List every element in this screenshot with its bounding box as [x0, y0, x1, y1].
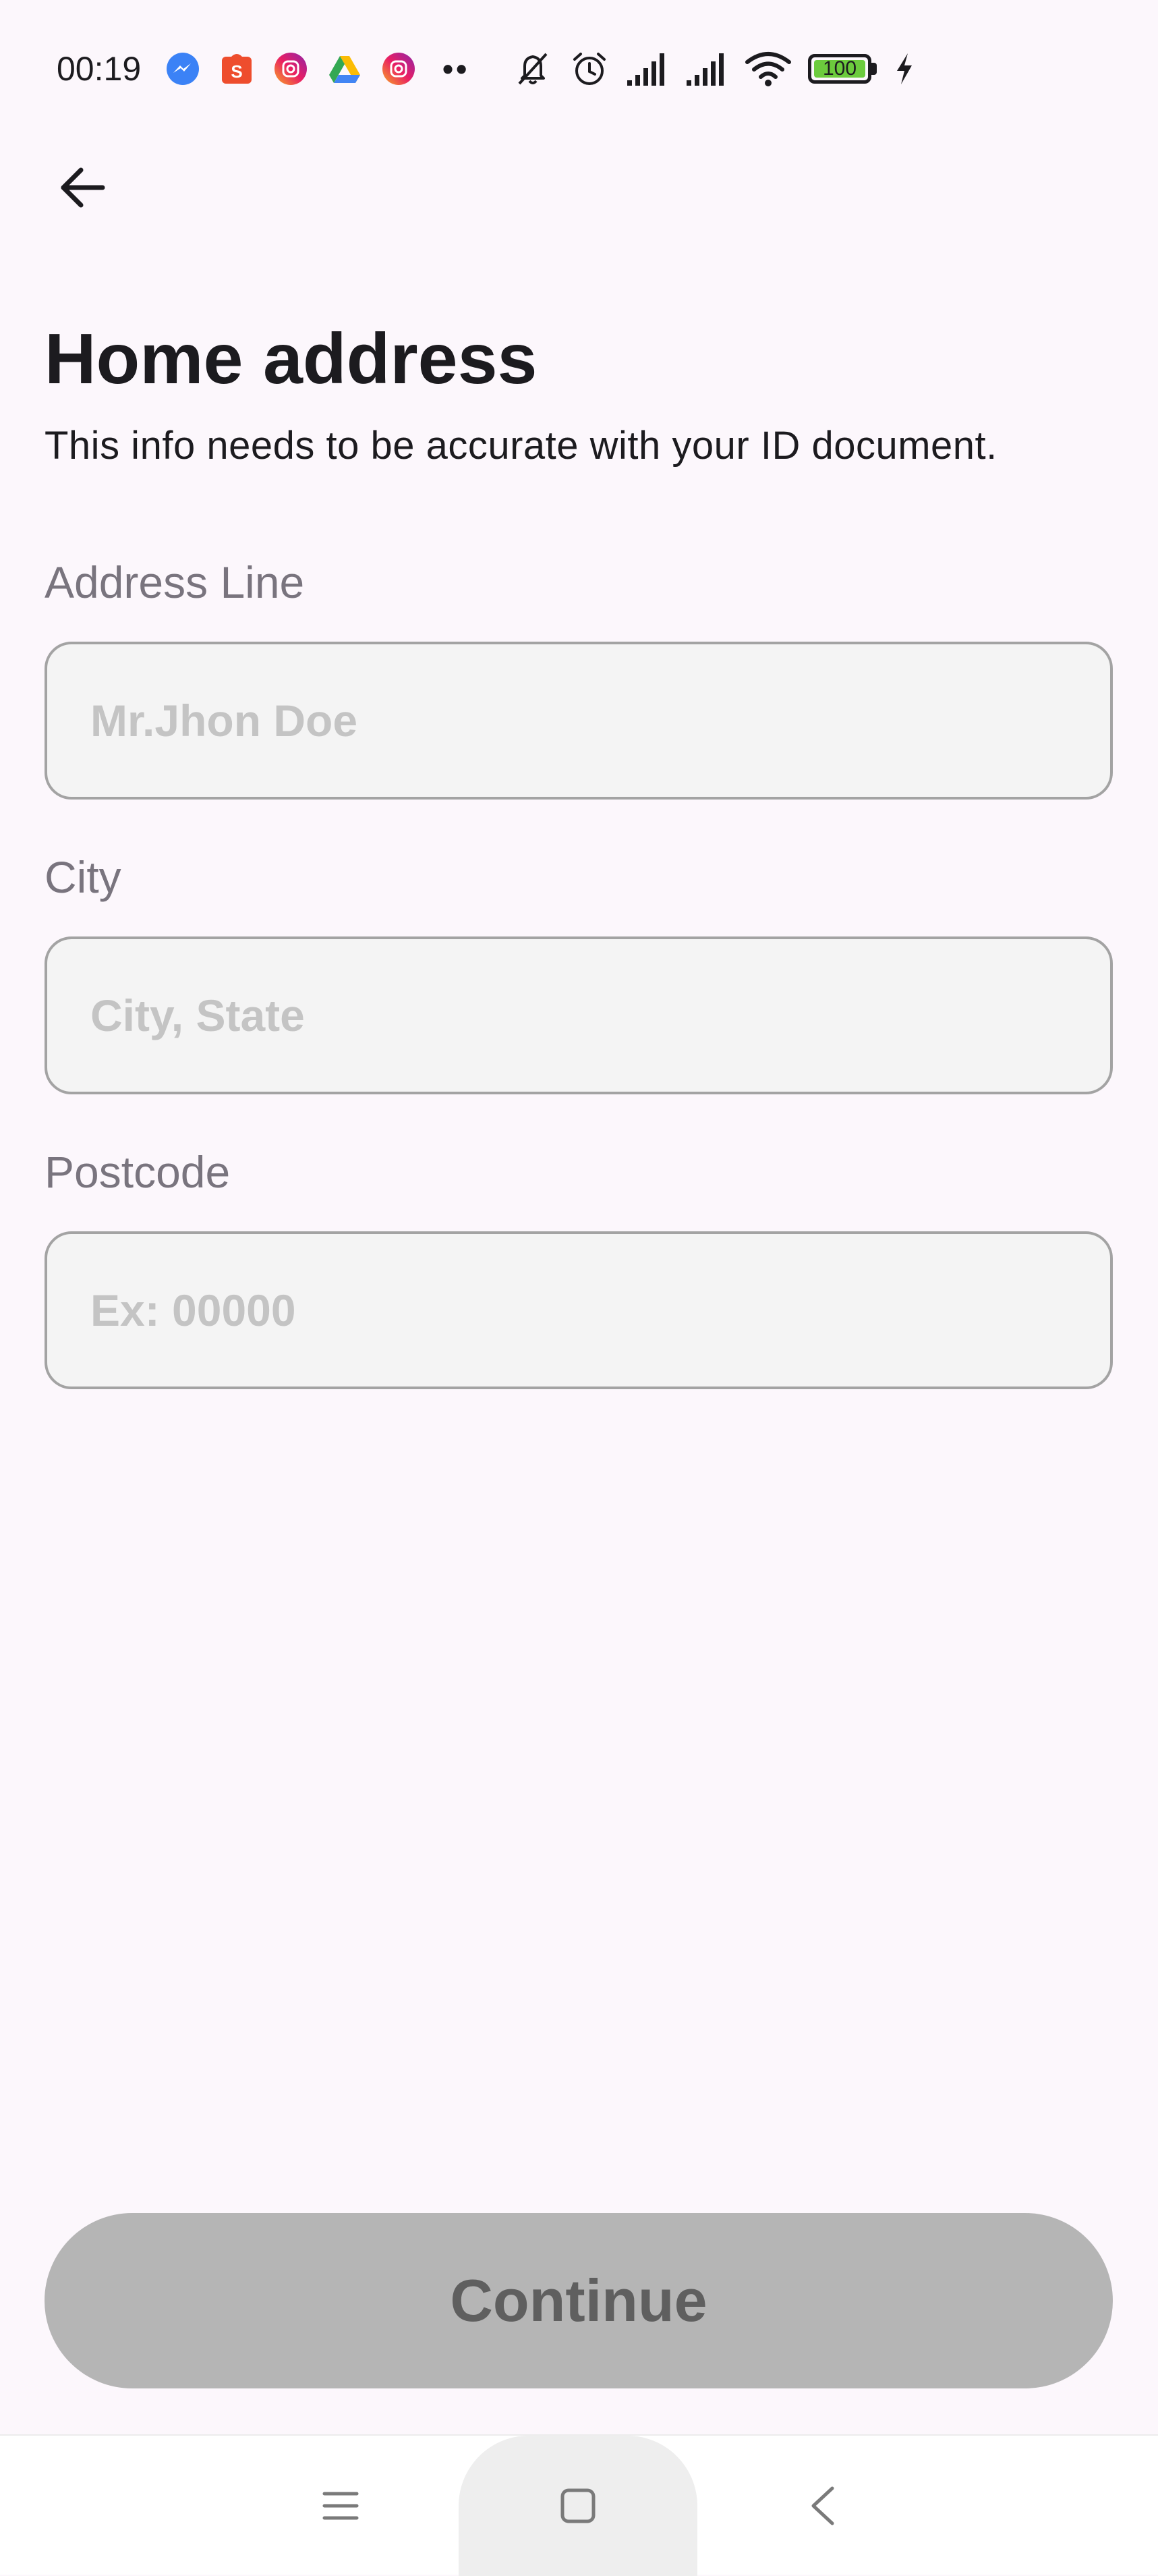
signal-icon — [687, 53, 724, 86]
more-notifications-indicator: •• — [442, 51, 470, 86]
address-line-input[interactable] — [45, 642, 1113, 800]
postcode-input[interactable] — [45, 1231, 1113, 1389]
system-icons: 100 — [513, 47, 915, 90]
home-button[interactable] — [459, 2436, 697, 2576]
shopee-icon: S — [222, 54, 252, 84]
system-back-button[interactable] — [779, 2436, 867, 2576]
status-bar: 00:19 S •• 100 — [0, 0, 1158, 138]
address-line-label: Address Line — [45, 557, 305, 607]
signal-icon — [627, 53, 664, 86]
recent-apps-button[interactable] — [297, 2436, 384, 2576]
page-subtitle: This info needs to be accurate with your… — [45, 424, 997, 468]
home-square-icon — [560, 2488, 596, 2523]
mute-icon — [518, 53, 548, 85]
chevron-left-icon — [811, 2486, 834, 2525]
page-title: Home address — [45, 319, 538, 399]
alarm-icon — [573, 53, 606, 85]
system-navigation-bar — [0, 2434, 1158, 2576]
instagram-icon — [274, 53, 307, 85]
back-button[interactable] — [45, 150, 120, 225]
instagram-icon — [382, 53, 415, 85]
google-drive-icon — [329, 56, 360, 83]
postcode-label: Postcode — [45, 1147, 231, 1197]
arrow-left-icon — [61, 167, 105, 208]
messenger-icon — [167, 53, 199, 85]
continue-button[interactable]: Continue — [45, 2213, 1113, 2388]
city-input[interactable] — [45, 936, 1113, 1094]
notification-icons: S •• — [165, 50, 469, 88]
menu-icon — [322, 2492, 359, 2520]
city-label: City — [45, 852, 121, 902]
charging-icon — [897, 53, 912, 84]
status-time: 00:19 — [57, 50, 142, 88]
wifi-icon — [745, 52, 791, 86]
svg-text:S: S — [231, 61, 242, 82]
battery-level: 100 — [814, 59, 865, 79]
battery-icon: 100 — [808, 53, 878, 85]
